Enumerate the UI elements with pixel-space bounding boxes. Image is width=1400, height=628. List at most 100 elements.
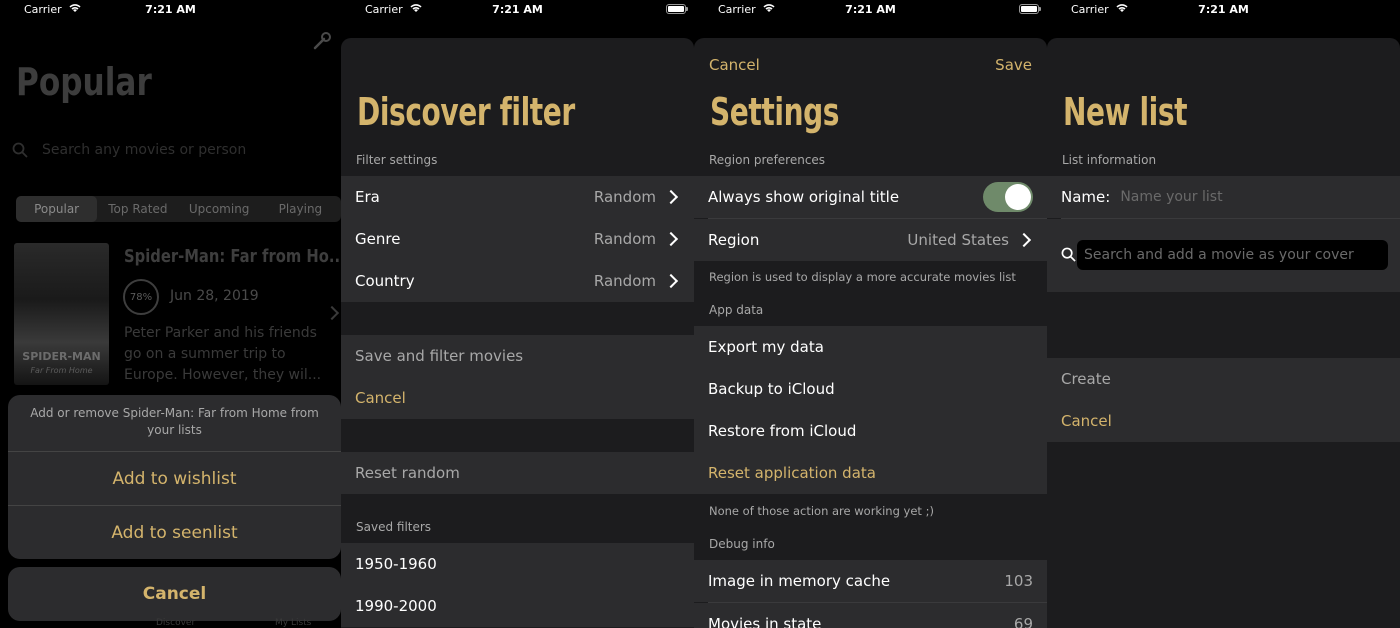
app-data-footer: None of those action are working yet ;) (709, 504, 934, 518)
release-date: Jun 28, 2019 (170, 288, 259, 304)
popular-screen: Carrier 7:21 AM Popular Search any movie… (0, 0, 341, 628)
modal-sheet: Cancel Save Settings Region preferences … (694, 38, 1047, 628)
always-original-title-label: Always show original title (708, 188, 900, 206)
saved-filter-label: 1950-1960 (355, 555, 437, 573)
filter-row-country[interactable]: Country Random (341, 260, 694, 302)
tab-playing[interactable]: Playing (260, 196, 341, 222)
filter-label: Era (355, 188, 380, 206)
saved-filter-label: 1990-2000 (355, 597, 437, 615)
debug-row-movies-state: Movies in state 69 (694, 603, 1047, 628)
chevron-right-icon (663, 189, 679, 205)
cover-search-input[interactable]: Search and add a movie as your cover (1077, 240, 1388, 270)
saved-filter-row[interactable]: 1950-1960 (341, 543, 694, 585)
filter-value: Random (593, 188, 656, 206)
status-time: 7:21 AM (845, 3, 896, 16)
region-row[interactable]: Region United States (694, 219, 1047, 261)
filter-value: Random (593, 230, 656, 248)
filter-label: Genre (355, 230, 401, 248)
discover-filter-screen: Carrier 7:21 AM Discover filter Filter s… (341, 0, 694, 628)
status-time: 7:21 AM (145, 3, 196, 16)
wrench-icon[interactable] (311, 30, 333, 52)
tab-popular[interactable]: Popular (16, 196, 98, 222)
battery-icon (666, 4, 688, 14)
page-title: Popular (16, 60, 152, 104)
chevron-right-icon (1016, 232, 1032, 248)
section-header-region: Region preferences (709, 153, 826, 167)
filter-row-era[interactable]: Era Random (341, 176, 694, 218)
debug-value: 69 (1013, 615, 1033, 628)
saved-filter-row[interactable]: 1990-2000 (341, 585, 694, 627)
save-button[interactable]: Save (995, 56, 1032, 74)
modal-sheet: Discover filter Filter settings Era Rand… (341, 38, 694, 628)
tab-upcoming[interactable]: Upcoming (179, 196, 260, 222)
section-header-list-info: List information (1062, 153, 1157, 167)
action-sheet: Add or remove Spider-Man: Far from Home … (8, 395, 341, 559)
list-name-row: Name: Name your list (1047, 176, 1400, 218)
status-bar: Carrier 7:21 AM (341, 0, 694, 18)
always-original-title-row: Always show original title (694, 176, 1047, 218)
reset-random-button[interactable]: Reset random (341, 452, 694, 494)
movie-title[interactable]: Spider-Man: Far from Ho... (124, 246, 341, 267)
chevron-right-icon (663, 231, 679, 247)
save-and-filter-label: Save and filter movies (355, 347, 524, 365)
debug-label: Movies in state (708, 615, 822, 628)
segmented-control: Popular Top Rated Upcoming Playing (16, 196, 341, 222)
action-sheet-cancel-button[interactable]: Cancel (8, 567, 341, 621)
page-title: Discover filter (357, 90, 575, 134)
status-bar: Carrier 7:21 AM (0, 0, 341, 18)
score-badge: 78% (123, 279, 159, 315)
create-label: Create (1061, 370, 1111, 388)
add-to-seenlist-button[interactable]: Add to seenlist (8, 505, 341, 559)
section-header-app-data: App data (709, 303, 764, 317)
status-bar: Carrier 7:21 AM (694, 0, 1047, 18)
backup-icloud-button[interactable]: Backup to iCloud (694, 368, 1047, 410)
poster-subtitle: Far From Home (30, 366, 93, 375)
section-header-saved-filters: Saved filters (356, 520, 432, 534)
reset-random-label: Reset random (355, 464, 460, 482)
movie-poster[interactable] (14, 243, 109, 385)
battery-icon (1019, 4, 1041, 14)
search-input[interactable]: Search any movies or person (42, 142, 246, 158)
reset-app-data-button[interactable]: Reset application data (694, 452, 1047, 494)
restore-icloud-button[interactable]: Restore from iCloud (694, 410, 1047, 452)
create-button[interactable]: Create (1047, 358, 1400, 400)
filter-row-genre[interactable]: Genre Random (341, 218, 694, 260)
poster-title: SPIDER-MAN (22, 350, 101, 363)
movie-overview: Peter Parker and his friends go on a sum… (124, 325, 322, 383)
cancel-label: Cancel (355, 389, 406, 407)
status-bar: Carrier 7:21 AM (1047, 0, 1400, 18)
cancel-button[interactable]: Cancel (1047, 400, 1400, 442)
list-name-input[interactable]: Name your list (1120, 189, 1222, 205)
debug-row-image-cache: Image in memory cache 103 (694, 560, 1047, 602)
tab-bar-discover[interactable]: Discover (156, 618, 195, 628)
reset-app-data-label: Reset application data (708, 464, 876, 482)
chevron-right-icon (663, 273, 679, 289)
search-icon (1061, 247, 1076, 262)
chevron-right-icon (324, 305, 340, 321)
save-and-filter-button[interactable]: Save and filter movies (341, 335, 694, 377)
cancel-button[interactable]: Cancel (709, 56, 760, 74)
tab-top-rated[interactable]: Top Rated (97, 196, 178, 222)
export-data-label: Export my data (708, 338, 824, 356)
original-title-toggle[interactable] (983, 182, 1033, 212)
filter-value: Random (593, 272, 656, 290)
status-time: 7:21 AM (492, 3, 543, 16)
backup-icloud-label: Backup to iCloud (708, 380, 835, 398)
settings-screen: Carrier 7:21 AM Cancel Save Settings Reg… (694, 0, 1047, 628)
restore-icloud-label: Restore from iCloud (708, 422, 857, 440)
page-title: New list (1063, 90, 1188, 134)
debug-label: Image in memory cache (708, 572, 891, 590)
name-label: Name: (1061, 188, 1111, 206)
export-data-button[interactable]: Export my data (694, 326, 1047, 368)
status-time: 7:21 AM (1198, 3, 1249, 16)
region-footer: Region is used to display a more accurat… (709, 270, 1016, 284)
debug-value: 103 (1004, 572, 1033, 590)
add-to-wishlist-button[interactable]: Add to wishlist (8, 451, 341, 505)
cancel-button[interactable]: Cancel (341, 377, 694, 419)
region-value: United States (907, 231, 1009, 249)
action-sheet-message: Add or remove Spider-Man: Far from Home … (30, 406, 319, 437)
page-title: Settings (710, 90, 840, 134)
region-label: Region (708, 231, 760, 249)
section-header-debug: Debug info (709, 537, 775, 551)
tab-bar-my-lists[interactable]: My Lists (275, 618, 311, 628)
